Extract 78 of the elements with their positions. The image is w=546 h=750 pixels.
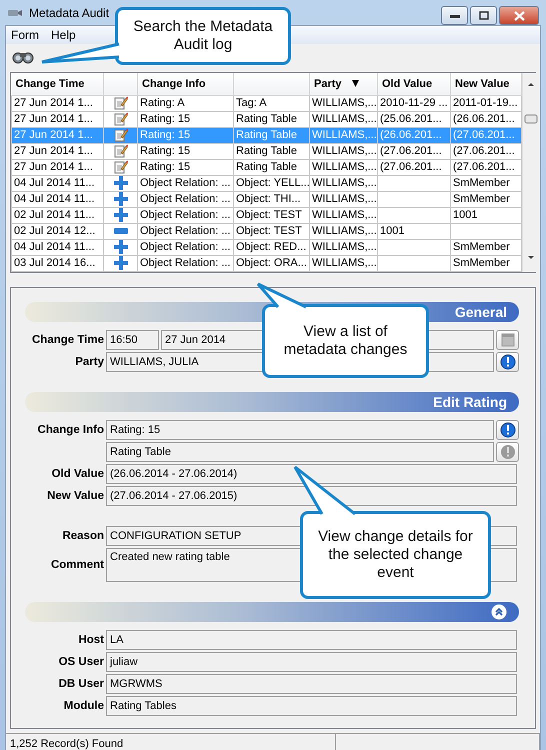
- table-cell: Rating Table: [236, 144, 297, 157]
- callout-text: View change details for the selected change event: [317, 528, 474, 582]
- table-cell: 1001: [380, 224, 404, 237]
- table-cell: 1001: [453, 208, 478, 221]
- field-label: DB User: [58, 678, 104, 690]
- table-cell: Object: ORA...: [236, 256, 307, 269]
- field-label: Module: [62, 700, 104, 712]
- table-cell: 27 Jun 2014 1...: [14, 160, 93, 173]
- table-cell: Rating: 15: [140, 160, 190, 173]
- table-cell: (26.06.201...: [380, 128, 442, 141]
- callout-text: Search the Metadata Audit log: [132, 18, 274, 54]
- field-label: New Value: [46, 490, 104, 502]
- section-title: Edit Rating: [433, 394, 507, 410]
- table-cell: Rating: 15: [140, 144, 190, 157]
- table-cell: WILLIAMS,...: [312, 176, 376, 189]
- table-cell: Rating Table: [236, 160, 297, 173]
- table-cell: 2011-01-19...: [453, 96, 518, 109]
- table-cell: SmMember: [453, 256, 510, 269]
- table-cell: 02 Jul 2014 11...: [14, 208, 95, 221]
- table-cell: WILLIAMS,...: [312, 160, 376, 173]
- field-label: Old Value: [50, 468, 104, 480]
- table-cell: Tag: A: [236, 96, 267, 109]
- table-cell: (25.06.201...: [380, 112, 442, 125]
- table-cell: Rating Table: [236, 128, 297, 141]
- table-cell: Object Relation: ...: [140, 256, 230, 269]
- table-cell: 27 Jun 2014 1...: [14, 128, 93, 141]
- callout-text: View a list of metadata changes: [282, 323, 408, 359]
- table-cell: 04 Jul 2014 11...: [14, 176, 95, 189]
- field-label: Host: [77, 634, 104, 646]
- table-cell: Object Relation: ...: [140, 208, 230, 221]
- window-title: Metadata Audit: [29, 6, 110, 20]
- table-cell: 03 Jul 2014 16...: [14, 256, 96, 269]
- table-cell: WILLIAMS,...: [312, 144, 376, 157]
- table-cell: (27.06.201...: [380, 160, 442, 173]
- table-cell: Rating Table: [236, 112, 297, 125]
- field-label: Change Info: [36, 424, 104, 436]
- table-cell: Object: THI...: [236, 192, 301, 205]
- table-cell: (27.06.201...: [453, 128, 515, 141]
- table-cell: WILLIAMS,...: [312, 256, 376, 269]
- field-label: Reason: [61, 530, 104, 542]
- table-cell: Rating: A: [140, 96, 185, 109]
- table-cell: WILLIAMS,...: [312, 112, 376, 125]
- table-cell: 27 Jun 2014 1...: [14, 96, 93, 109]
- table-cell: Object Relation: ...: [140, 224, 230, 237]
- table-cell: 02 Jul 2014 12...: [14, 224, 96, 237]
- table-cell: WILLIAMS,...: [312, 240, 376, 253]
- field-label: Comment: [50, 559, 104, 571]
- table-cell: Object: TEST: [236, 208, 302, 221]
- table-cell: SmMember: [453, 176, 510, 189]
- table-cell: WILLIAMS,...: [312, 192, 376, 205]
- table-cell: 2010-11-29 ...: [380, 96, 448, 109]
- section-title: General: [454, 304, 507, 320]
- field-label: Change Time: [31, 334, 104, 346]
- table-cell: Object Relation: ...: [140, 240, 230, 253]
- table-cell: WILLIAMS,...: [312, 128, 376, 141]
- field-label: OS User: [58, 656, 104, 668]
- table-cell: (27.06.201...: [453, 144, 515, 157]
- table-cell: (27.06.201...: [380, 144, 442, 157]
- table-cell: (27.06.201...: [453, 160, 515, 173]
- table-cell: Rating: 15: [140, 128, 190, 141]
- table-cell: Rating: 15: [140, 112, 190, 125]
- table-cell: 04 Jul 2014 11...: [14, 240, 95, 253]
- table-cell: Object: RED...: [236, 240, 306, 253]
- table-cell: WILLIAMS,...: [312, 96, 376, 109]
- table-cell: SmMember: [453, 240, 510, 253]
- table-cell: SmMember: [453, 192, 510, 205]
- table-cell: Object Relation: ...: [140, 176, 230, 189]
- table-cell: 27 Jun 2014 1...: [14, 112, 93, 125]
- table-cell: WILLIAMS,...: [312, 208, 376, 221]
- status-text: 1,252 Record(s) Found: [10, 738, 124, 750]
- table-cell: Object Relation: ...: [140, 192, 230, 205]
- table-cell: 27 Jun 2014 1...: [14, 144, 93, 157]
- table-cell: Object: TEST: [236, 224, 302, 237]
- table-cell: 04 Jul 2014 11...: [14, 192, 95, 205]
- field-label: Party: [74, 356, 104, 368]
- table-cell: Object: YELL...: [236, 176, 308, 189]
- table-cell: (26.06.201...: [453, 112, 515, 125]
- table-cell: WILLIAMS,...: [312, 224, 376, 237]
